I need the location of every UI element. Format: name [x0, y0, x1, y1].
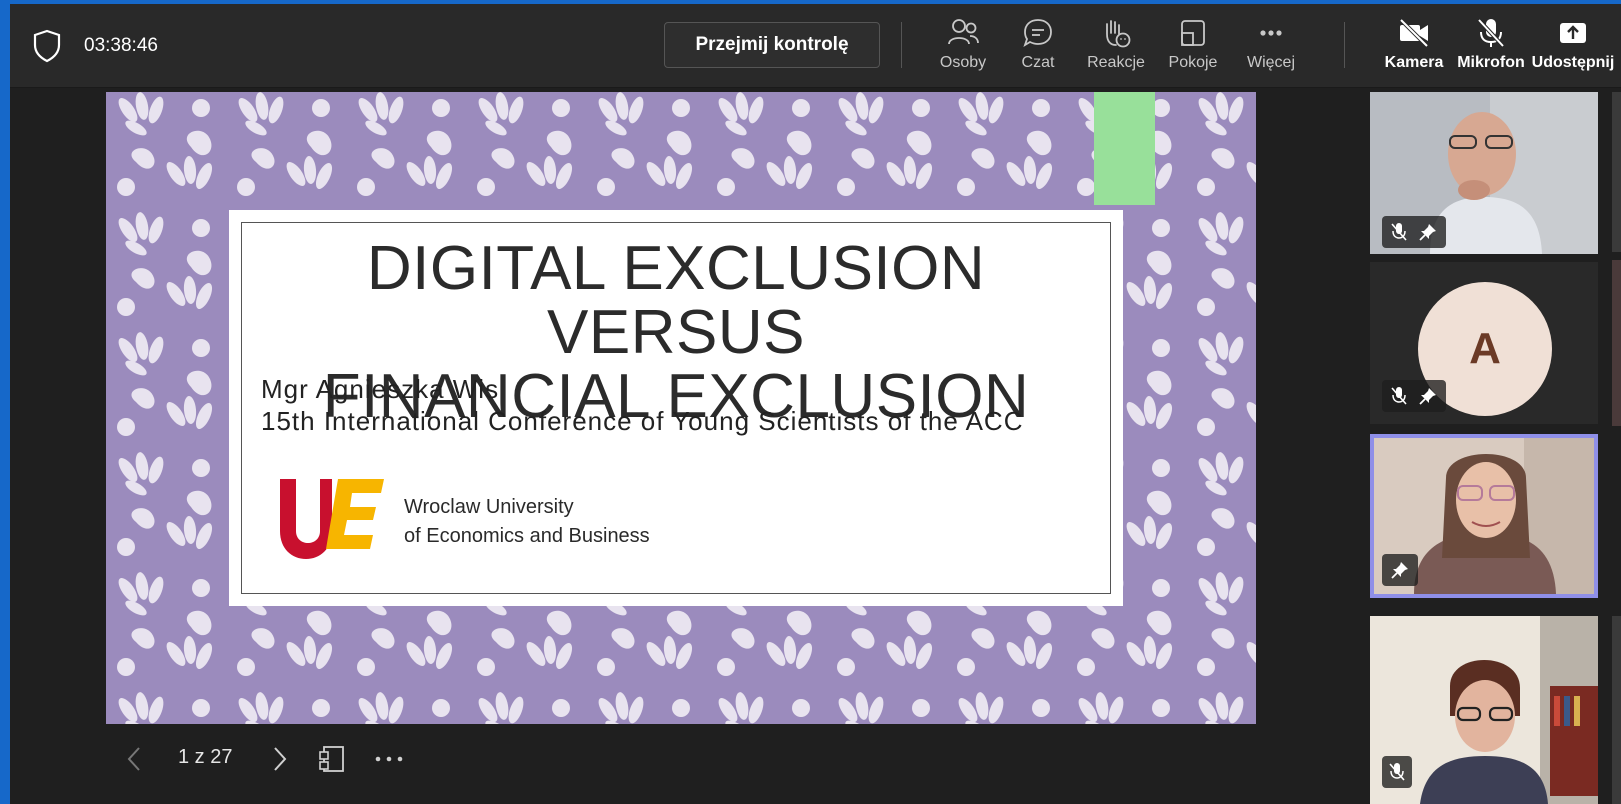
participant-tile[interactable] [1370, 616, 1598, 804]
share-button[interactable]: Udostępnij [1529, 16, 1617, 78]
slide-controls: 1 z 27 [106, 734, 506, 784]
chat-icon [1023, 19, 1052, 48]
mic-off-icon [1477, 18, 1505, 48]
people-button[interactable]: Osoby [928, 16, 998, 78]
more-icon [1260, 30, 1282, 36]
pin-icon [1419, 224, 1436, 241]
share-icon [1560, 23, 1586, 43]
slide-title-card: DIGITAL EXCLUSION VERSUS FINANCIAL EXCLU… [229, 210, 1123, 606]
chat-label: Czat [1021, 54, 1055, 71]
shared-presentation: DIGITAL EXCLUSION VERSUS FINANCIAL EXCLU… [106, 92, 1256, 724]
next-slide-icon[interactable] [272, 746, 288, 772]
take-control-button[interactable]: Przejmij kontrolę [664, 22, 880, 68]
pin-icon [1391, 562, 1408, 579]
slide-conference: 15th International Conference of Young S… [261, 406, 1024, 436]
participant-tile[interactable]: A [1370, 262, 1598, 424]
university-logo [280, 479, 384, 559]
shield-icon[interactable] [32, 29, 62, 63]
slide-grid-icon[interactable] [318, 744, 346, 774]
more-button[interactable]: Więcej [1236, 16, 1306, 78]
participant-status-badges [1382, 554, 1418, 586]
pin-icon [1419, 388, 1436, 405]
microphone-button[interactable]: Mikrofon [1451, 16, 1531, 78]
reactions-label: Reakcje [1087, 54, 1145, 71]
camera-button[interactable]: Kamera [1374, 16, 1454, 78]
slide-more-icon[interactable] [374, 754, 404, 764]
meeting-toolbar: 03:38:46 Przejmij kontrolę Osoby Czat Re… [10, 4, 1621, 88]
university-name-line2: of Economics and Business [404, 525, 650, 547]
slide-title-frame: DIGITAL EXCLUSION VERSUS FINANCIAL EXCLU… [241, 222, 1111, 594]
participant-status-badges [1382, 216, 1446, 248]
chat-button[interactable]: Czat [1006, 16, 1070, 78]
camera-off-icon [1399, 18, 1429, 48]
people-icon [948, 19, 979, 45]
participant-tile-active[interactable] [1370, 434, 1598, 598]
rooms-label: Pokoje [1168, 54, 1218, 71]
previous-slide-icon[interactable] [126, 746, 142, 772]
camera-label: Kamera [1384, 54, 1444, 71]
mic-off-icon [1391, 223, 1407, 241]
more-label: Więcej [1246, 54, 1295, 71]
microphone-label: Mikrofon [1457, 54, 1525, 71]
rooms-icon [1181, 20, 1205, 46]
mic-off-icon [1391, 387, 1407, 405]
mic-off-icon [1389, 763, 1405, 781]
people-label: Osoby [939, 54, 987, 71]
participant-gallery: A [1370, 92, 1621, 804]
reactions-button[interactable]: Reakcje [1081, 16, 1151, 78]
slide-author: Mgr Agnieszka Wis [261, 374, 500, 404]
university-name-line1: Wroclaw University [404, 496, 574, 518]
slide-page-indicator: 1 z 27 [178, 746, 233, 768]
slide-green-marker [1094, 92, 1155, 205]
rooms-button[interactable]: Pokoje [1160, 16, 1226, 78]
participant-status-badges [1382, 756, 1412, 788]
meeting-timer: 03:38:46 [84, 35, 158, 56]
raise-hand-icon [1106, 20, 1131, 48]
share-label: Udostępnij [1531, 54, 1615, 71]
meeting-window: 03:38:46 Przejmij kontrolę Osoby Czat Re… [10, 4, 1621, 804]
slide-title-line1: DIGITAL EXCLUSION VERSUS [366, 234, 986, 367]
participant-status-badges [1382, 380, 1446, 412]
participant-tile[interactable] [1370, 92, 1598, 254]
toolbar-divider [901, 22, 902, 68]
toolbar-divider [1344, 22, 1345, 68]
